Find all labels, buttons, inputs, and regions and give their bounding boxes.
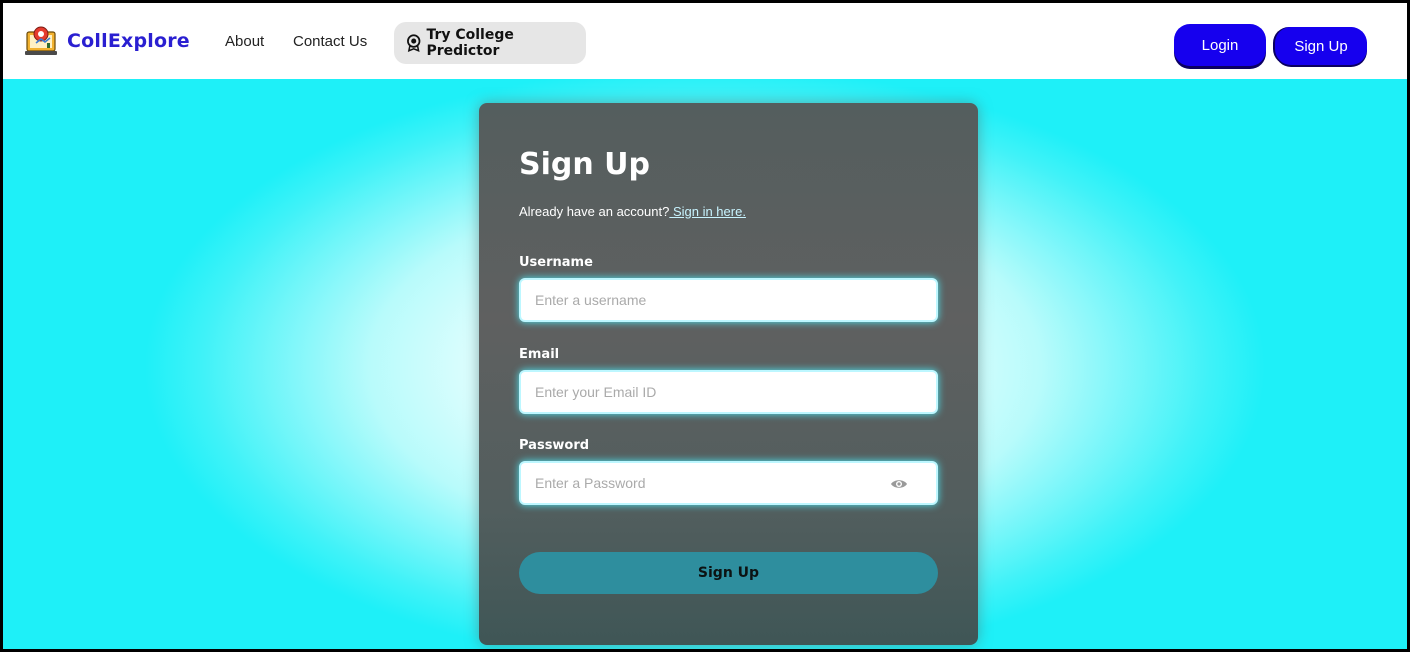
college-predictor-label: Try College Predictor bbox=[426, 27, 514, 59]
signup-card: Sign Up Already have an account? Sign in… bbox=[479, 103, 978, 645]
username-label: Username bbox=[519, 255, 593, 270]
nav-contact-link[interactable]: Contact Us bbox=[293, 33, 367, 50]
brand-name: CollExplore bbox=[67, 30, 190, 52]
navbar: CollExplore About Contact Us Try College… bbox=[3, 3, 1407, 79]
username-input[interactable] bbox=[535, 292, 875, 308]
signup-nav-button[interactable]: Sign Up bbox=[1275, 27, 1367, 65]
email-label: Email bbox=[519, 347, 560, 362]
award-badge-icon bbox=[407, 34, 421, 52]
laptop-pin-icon bbox=[23, 23, 59, 59]
college-predictor-button[interactable]: Try College Predictor bbox=[394, 22, 586, 64]
eye-icon[interactable] bbox=[890, 476, 908, 495]
form-title: Sign Up bbox=[519, 147, 651, 182]
username-field-wrapper bbox=[519, 278, 938, 322]
signin-prompt: Already have an account? Sign in here. bbox=[519, 204, 746, 219]
password-input[interactable] bbox=[535, 475, 875, 491]
email-field-wrapper bbox=[519, 370, 938, 414]
signin-link[interactable]: Sign in here. bbox=[669, 204, 746, 219]
app-frame: CollExplore About Contact Us Try College… bbox=[0, 0, 1410, 652]
email-input[interactable] bbox=[535, 384, 875, 400]
nav-about-link[interactable]: About bbox=[225, 33, 264, 50]
password-label: Password bbox=[519, 438, 590, 453]
password-field-wrapper bbox=[519, 461, 938, 505]
signup-submit-button[interactable]: Sign Up bbox=[519, 552, 938, 594]
login-button[interactable]: Login bbox=[1174, 24, 1266, 66]
brand[interactable]: CollExplore bbox=[23, 23, 190, 59]
signin-prompt-text: Already have an account? bbox=[519, 204, 670, 219]
